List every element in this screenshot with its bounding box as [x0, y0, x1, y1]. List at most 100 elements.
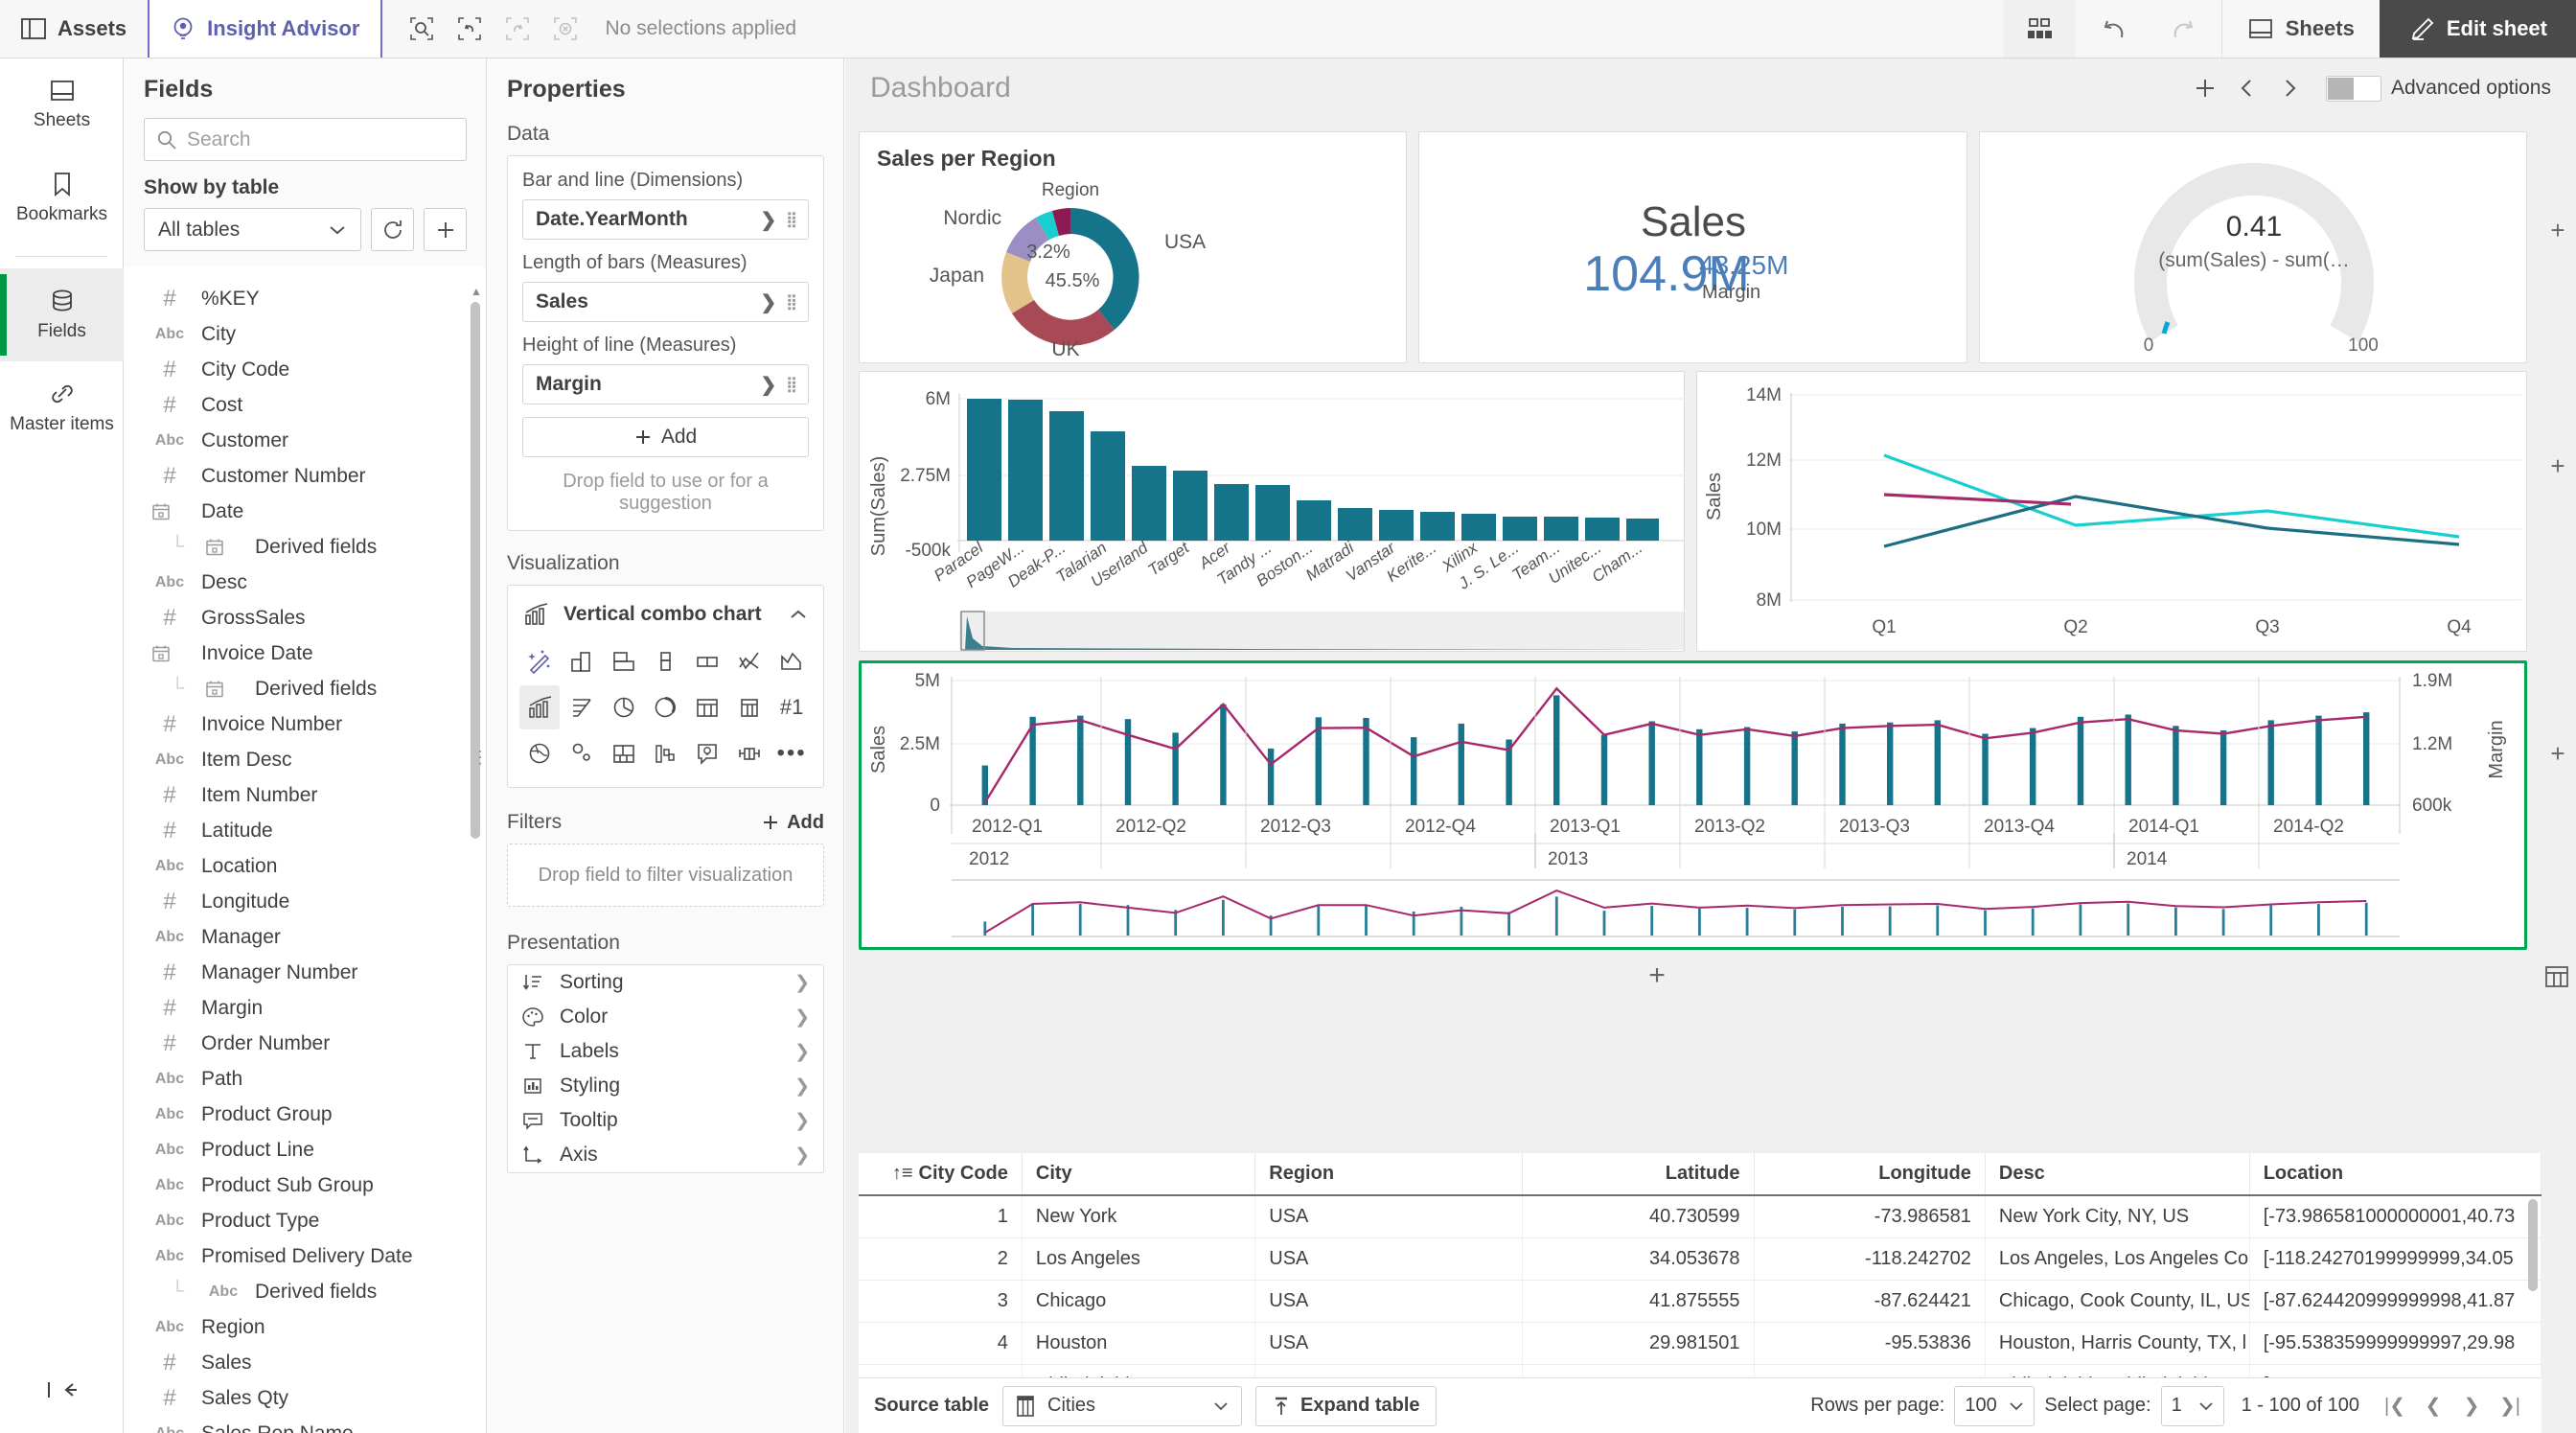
- table-cell[interactable]: [-87.624420999999998,41.87: [2249, 1280, 2542, 1323]
- table-cell[interactable]: USA: [1254, 1322, 1524, 1365]
- redo-button[interactable]: [2149, 0, 2221, 58]
- field-item[interactable]: Abc Desc: [125, 565, 486, 600]
- add-filter-button[interactable]: Add: [762, 812, 824, 834]
- drag-handle-icon[interactable]: ⣿: [786, 294, 798, 310]
- add-object-right-1[interactable]: +: [2545, 216, 2570, 244]
- chevron-right-icon[interactable]: ❯: [761, 290, 777, 314]
- presentation-item-tooltip[interactable]: Tooltip ❯: [508, 1103, 823, 1138]
- presentation-item-labels[interactable]: Labels ❯: [508, 1034, 823, 1069]
- table-scrollbar-thumb[interactable]: [2528, 1199, 2538, 1291]
- table-cell[interactable]: -118.242702: [1754, 1237, 1986, 1281]
- kpi-chart[interactable]: Sales 104.9M 43.25M Margin: [1419, 132, 1968, 362]
- donut-chart-icon[interactable]: [646, 685, 686, 729]
- rail-item-sheets[interactable]: Sheets: [0, 58, 124, 151]
- chevron-right-icon[interactable]: ❯: [761, 208, 777, 232]
- table-column-header[interactable]: ↑≡ City Code: [859, 1153, 1023, 1196]
- box-plot-icon[interactable]: [729, 731, 770, 775]
- table-cell[interactable]: Houston, Harris County, TX, l: [1985, 1322, 2250, 1365]
- funnel-chart-icon[interactable]: [562, 685, 602, 729]
- donut-chart[interactable]: Region USA UK Japan Nordic 3.2% 45.5%: [860, 172, 1408, 363]
- add-measure-button[interactable]: Add: [522, 417, 809, 457]
- combo-bar[interactable]: [1458, 723, 1464, 805]
- table-cell[interactable]: Chicago: [1022, 1280, 1256, 1323]
- source-table-select[interactable]: Cities: [1002, 1385, 1243, 1426]
- next-sheet-button[interactable]: [2268, 67, 2311, 109]
- field-item[interactable]: Date: [125, 494, 486, 529]
- add-chart-button[interactable]: +: [1633, 959, 1681, 992]
- block-chart-icon[interactable]: [687, 639, 727, 683]
- toggle-data-table-button[interactable]: [2542, 961, 2572, 992]
- table-scrollbar[interactable]: [2528, 1199, 2538, 1372]
- map-icon[interactable]: [519, 731, 560, 775]
- table-cell[interactable]: 2: [859, 1237, 1023, 1281]
- table-cell[interactable]: -75.163789: [1754, 1364, 1986, 1377]
- drag-handle-icon[interactable]: ⣿: [786, 377, 798, 392]
- table-cell[interactable]: USA: [1254, 1280, 1524, 1323]
- combo-bar[interactable]: [1934, 720, 1941, 805]
- combo-bar[interactable]: [2267, 720, 2274, 805]
- field-item[interactable]: # Latitude: [125, 813, 486, 848]
- table-cell[interactable]: USA: [1254, 1364, 1524, 1377]
- tile-sales-by-quarter[interactable]: Sales 14M 12M 10M 8M Q1 Q2 Q3 Q4: [1696, 371, 2527, 652]
- waterfall-icon[interactable]: [646, 731, 686, 775]
- presentation-item-sorting[interactable]: Sorting ❯: [508, 965, 823, 1000]
- panel-resize-handle[interactable]: ⋮: [472, 738, 489, 776]
- table-filter-select[interactable]: All tables: [144, 208, 361, 251]
- field-item[interactable]: Abc Location: [125, 848, 486, 884]
- table-cell[interactable]: 4: [859, 1322, 1023, 1365]
- field-item[interactable]: Abc Product Type: [125, 1203, 486, 1238]
- line-chart[interactable]: Sales 14M 12M 10M 8M Q1 Q2 Q3 Q4: [1697, 372, 2526, 651]
- insight-advisor-tab[interactable]: Insight Advisor: [148, 0, 383, 58]
- data-table-container[interactable]: ↑≡ City Code City Region Latitude Longitude De…: [859, 1153, 2542, 1377]
- bar-chart-icon[interactable]: [562, 639, 602, 683]
- add-object-right-3[interactable]: +: [2545, 739, 2570, 768]
- table-cell[interactable]: -87.624421: [1754, 1280, 1986, 1323]
- table-cell[interactable]: 1: [859, 1195, 1023, 1238]
- rail-item-master-items[interactable]: Master items: [0, 361, 124, 454]
- combo-bar[interactable]: [2363, 712, 2370, 805]
- combo-bar[interactable]: [1553, 695, 1560, 805]
- field-item[interactable]: # Customer Number: [125, 458, 486, 494]
- field-item[interactable]: Invoice Date: [125, 636, 486, 671]
- visualization-type-grid[interactable]: #1 •••: [519, 639, 812, 775]
- field-item[interactable]: Abc City: [125, 316, 486, 352]
- table-cell[interactable]: Houston: [1022, 1322, 1256, 1365]
- field-item[interactable]: # %KEY: [125, 281, 486, 316]
- drag-handle-icon[interactable]: ⣿: [786, 212, 798, 227]
- field-item[interactable]: # City Code: [125, 352, 486, 387]
- field-item[interactable]: Abc Region: [125, 1309, 486, 1345]
- table-cell[interactable]: 39.952335: [1522, 1364, 1755, 1377]
- combo-bar[interactable]: [1220, 704, 1227, 805]
- table-cell[interactable]: Philadelphia, Philadelphia C: [1985, 1364, 2250, 1377]
- field-item[interactable]: # Longitude: [125, 884, 486, 919]
- combo-bar[interactable]: [2315, 715, 2322, 805]
- tile-sales-per-region[interactable]: Sales per Region Region USA UK Japan Nor…: [859, 131, 1407, 363]
- table-row[interactable]: 3 Chicago USA 41.875555 -87.624421 Chicago, C…: [859, 1280, 2542, 1323]
- field-item[interactable]: Abc Sales Rep Name: [125, 1416, 486, 1433]
- combo-bar[interactable]: [1124, 719, 1132, 805]
- field-item[interactable]: Abc Manager: [125, 919, 486, 955]
- field-item[interactable]: # Cost: [125, 387, 486, 423]
- dimension-field[interactable]: Date.YearMonth ❯ ⣿: [522, 199, 809, 240]
- table-column-header[interactable]: Desc: [1985, 1153, 2250, 1196]
- pie-chart-icon[interactable]: [604, 685, 644, 729]
- field-item[interactable]: # GrossSales: [125, 600, 486, 636]
- table-cell[interactable]: Los Angeles: [1022, 1237, 1256, 1281]
- table-cell[interactable]: Los Angeles, Los Angeles Cou: [1985, 1237, 2250, 1281]
- field-item[interactable]: # Sales: [125, 1345, 486, 1380]
- refresh-fields-button[interactable]: [371, 208, 414, 251]
- table-cell[interactable]: [-75.163788999999994,39.95: [2249, 1364, 2542, 1377]
- table-cell[interactable]: USA: [1254, 1237, 1524, 1281]
- field-item[interactable]: Abc Product Line: [125, 1132, 486, 1167]
- combo-bar[interactable]: [1363, 718, 1369, 805]
- auto-chart-icon[interactable]: [519, 639, 560, 683]
- selection-search-button[interactable]: [400, 7, 444, 51]
- assets-tab[interactable]: Assets: [0, 0, 149, 58]
- table-cell[interactable]: New York City, NY, US: [1985, 1195, 2250, 1238]
- scroll-up-arrow[interactable]: ▲: [471, 285, 482, 298]
- insight-icon[interactable]: [687, 731, 727, 775]
- table-icon[interactable]: [687, 685, 727, 729]
- table-row[interactable]: 4 Houston USA 29.981501 -95.53836 Houston, Ha…: [859, 1322, 2542, 1365]
- bar-chart[interactable]: Sum(Sales) 6M 2.75M -500k Paracel PageW.…: [860, 372, 1684, 651]
- chevron-right-icon[interactable]: ❯: [761, 373, 777, 397]
